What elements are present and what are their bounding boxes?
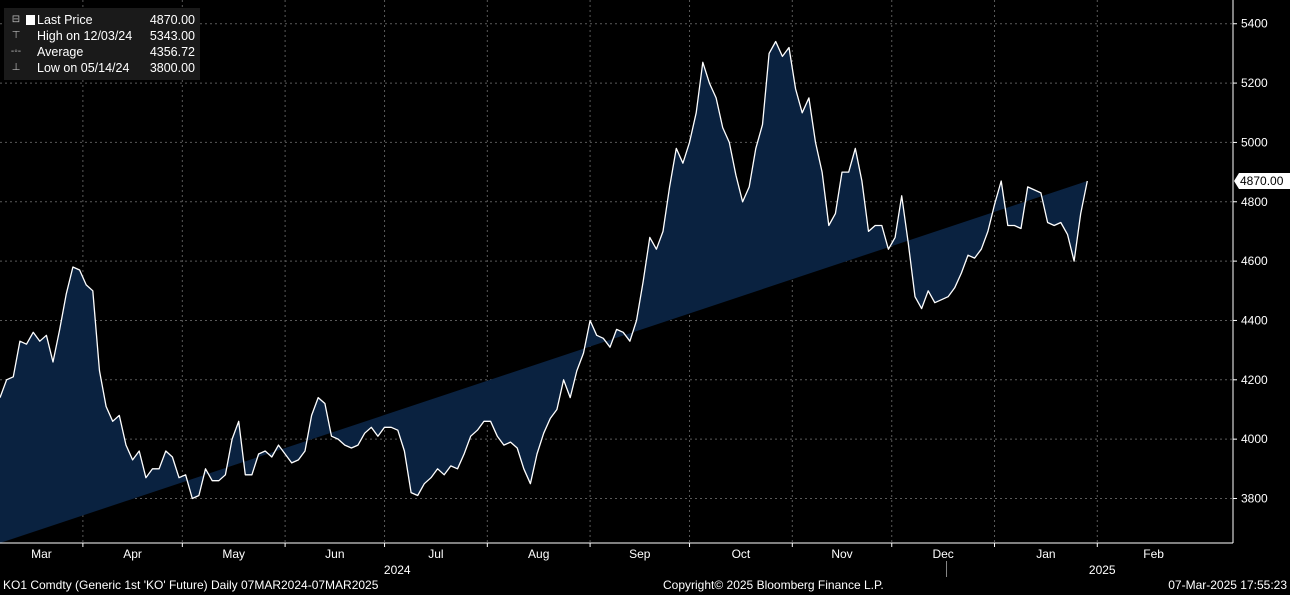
x-year-label-2025: 2025 (1089, 563, 1116, 577)
x-month-label: Jun (325, 547, 344, 561)
legend-row-average: -◦- Average 4356.72 (4, 44, 200, 60)
x-month-label: Aug (528, 547, 549, 561)
legend-last-label: Last Price (37, 13, 93, 27)
last-price-swatch (26, 15, 35, 25)
average-marker-icon: -◦- (10, 46, 22, 57)
legend-low-value: 3800.00 (149, 61, 195, 75)
x-month-label: Mar (31, 547, 52, 561)
y-tick-label: 5400 (1241, 17, 1268, 31)
x-month-label: Dec (932, 547, 953, 561)
x-month-label: Jul (428, 547, 443, 561)
chart-root: 3800 4000 4200 4400 4600 4800 5000 5200 5400 Mar A… (0, 0, 1290, 595)
x-month-label: Apr (123, 547, 142, 561)
price-chart: 3800 4000 4200 4400 4600 4800 5000 5200 5400 Mar A… (0, 0, 1290, 577)
collapse-icon[interactable]: ⊟ (10, 14, 22, 26)
x-month-label: Sep (629, 547, 651, 561)
y-tick-label: 5000 (1241, 135, 1268, 149)
y-tick-label: 4800 (1241, 195, 1268, 209)
footer-timestamp: 07-Mar-2025 17:55:23 (1168, 578, 1287, 592)
y-tick-label: 5200 (1241, 76, 1268, 90)
low-marker-icon: ⊥ (11, 62, 21, 73)
legend-row-low: ⊥ Low on 05/14/24 3800.00 (4, 60, 200, 76)
last-price-flag-label: 4870.00 (1240, 174, 1284, 188)
y-tick-label: 4000 (1241, 432, 1268, 446)
x-month-label: Jan (1036, 547, 1055, 561)
y-tick-label: 3800 (1241, 491, 1268, 505)
x-year-label-2024: 2024 (384, 563, 411, 577)
legend-avg-value: 4356.72 (149, 45, 195, 59)
high-marker-icon: ⊤ (11, 30, 21, 41)
x-month-label: Nov (831, 547, 852, 561)
y-tick-label: 4400 (1241, 313, 1268, 327)
y-tick-label: 4200 (1241, 373, 1268, 387)
y-tick-label: 4600 (1241, 254, 1268, 268)
legend-high-value: 5343.00 (149, 29, 195, 43)
legend-row-high: ⊤ High on 12/03/24 5343.00 (4, 28, 200, 44)
legend-low-label: Low on 05/14/24 (37, 61, 130, 75)
footer-copyright: Copyright© 2025 Bloomberg Finance L.P. (663, 578, 884, 592)
legend-last-value: 4870.00 (149, 13, 195, 27)
x-month-label: Feb (1143, 547, 1164, 561)
grid-layer (0, 0, 1233, 543)
x-month-label: Oct (732, 547, 751, 561)
price-area (0, 41, 1088, 543)
legend: ⊟ Last Price 4870.00 ⊤ High on 12/03/24 … (4, 8, 200, 80)
legend-row-last-price: ⊟ Last Price 4870.00 (4, 12, 200, 28)
area-layer (0, 40, 1088, 543)
x-month-label: May (222, 547, 245, 561)
legend-avg-label: Average (37, 45, 84, 59)
legend-high-label: High on 12/03/24 (37, 29, 133, 43)
footer-ticker: KO1 Comdty (Generic 1st 'KO' Future) Dai… (3, 578, 379, 592)
